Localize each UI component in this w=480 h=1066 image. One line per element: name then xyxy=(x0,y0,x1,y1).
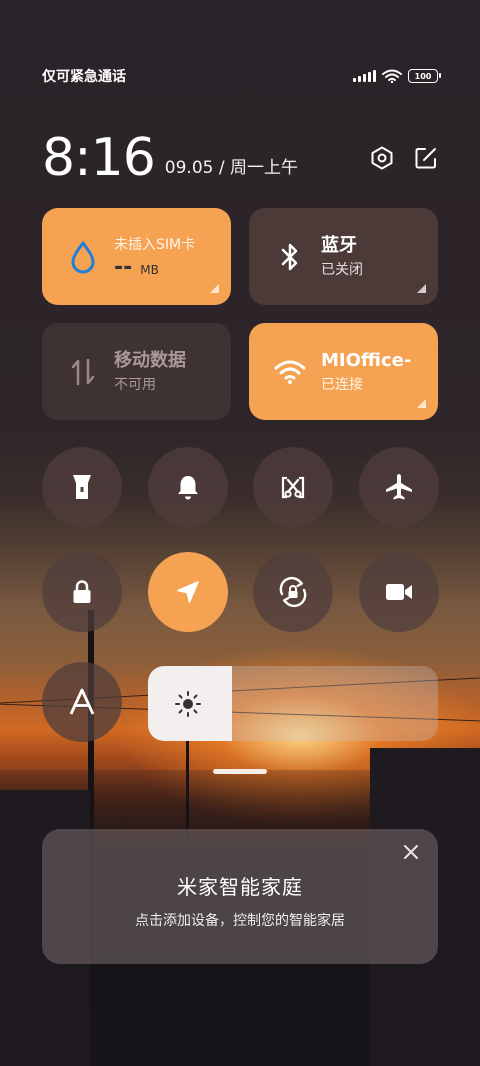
smart-home-card[interactable]: 米家智能家庭 点击添加设备，控制您的智能家居 xyxy=(42,829,438,964)
lock-screen-toggle[interactable] xyxy=(42,552,122,632)
data-usage-title: 未插入SIM卡 xyxy=(114,237,196,253)
bluetooth-title: 蓝牙 xyxy=(321,234,357,256)
wifi-network-name: MIOffice- xyxy=(321,349,412,371)
battery-level: 100 xyxy=(414,71,432,81)
panel-drag-handle[interactable] xyxy=(213,769,267,774)
lock-icon xyxy=(73,580,91,603)
wifi-status: 已连接 xyxy=(321,376,363,393)
data-usage-tile[interactable]: 未插入SIM卡 -- MB xyxy=(42,208,231,305)
wifi-icon xyxy=(273,359,307,385)
rotation-lock-icon xyxy=(279,576,307,608)
location-icon xyxy=(177,581,199,603)
rotation-lock-toggle[interactable] xyxy=(253,552,333,632)
smart-home-subtitle: 点击添加设备，控制您的智能家居 xyxy=(135,913,345,929)
video-camera-icon xyxy=(386,584,412,600)
bell-icon xyxy=(178,476,198,500)
data-usage-unit: MB xyxy=(140,263,159,277)
data-usage-value: -- xyxy=(114,255,133,280)
header-actions xyxy=(370,146,438,170)
battery-icon: 100 xyxy=(408,69,441,83)
expand-corner-icon xyxy=(417,399,426,408)
expand-corner-icon xyxy=(417,284,426,293)
mobile-data-tile[interactable]: 移动数据 不可用 xyxy=(42,323,231,420)
wifi-status-icon xyxy=(382,69,402,83)
clock-date[interactable]: 09.05 / 周一上午 xyxy=(165,153,298,178)
clock-header: 8:16 09.05 / 周一上午 xyxy=(42,120,438,184)
auto-brightness-icon xyxy=(69,688,95,715)
status-icons: 100 xyxy=(353,69,441,83)
mobile-data-title: 移动数据 xyxy=(114,349,186,371)
airplane-icon xyxy=(386,474,412,500)
flashlight-toggle[interactable] xyxy=(42,447,122,527)
bluetooth-status: 已关闭 xyxy=(321,261,363,278)
water-drop-icon xyxy=(66,240,100,274)
signal-icon xyxy=(353,70,376,82)
status-bar: 仅可紧急通话 100 xyxy=(42,64,441,88)
silent-toggle[interactable] xyxy=(148,447,228,527)
screen-recorder-toggle[interactable] xyxy=(359,552,439,632)
mobile-data-icon xyxy=(66,356,100,388)
screenshot-toggle[interactable] xyxy=(253,447,333,527)
close-icon[interactable] xyxy=(400,841,422,863)
carrier-label: 仅可紧急通话 xyxy=(42,69,126,85)
edit-icon[interactable] xyxy=(414,146,438,170)
location-toggle[interactable] xyxy=(148,552,228,632)
wifi-tile[interactable]: MIOffice- 已连接 xyxy=(249,323,438,420)
brightness-slider[interactable] xyxy=(148,666,438,741)
mobile-data-status: 不可用 xyxy=(114,376,156,393)
screenshot-icon xyxy=(281,476,305,499)
brightness-icon xyxy=(175,691,201,717)
auto-brightness-toggle[interactable] xyxy=(42,662,122,742)
expand-corner-icon xyxy=(210,284,219,293)
bluetooth-tile[interactable]: 蓝牙 已关闭 xyxy=(249,208,438,305)
airplane-mode-toggle[interactable] xyxy=(359,447,439,527)
clock-time[interactable]: 8:16 xyxy=(42,132,156,184)
smart-home-title: 米家智能家庭 xyxy=(177,875,303,899)
bluetooth-icon xyxy=(273,241,307,273)
flashlight-icon xyxy=(73,475,91,499)
settings-icon[interactable] xyxy=(370,146,394,170)
